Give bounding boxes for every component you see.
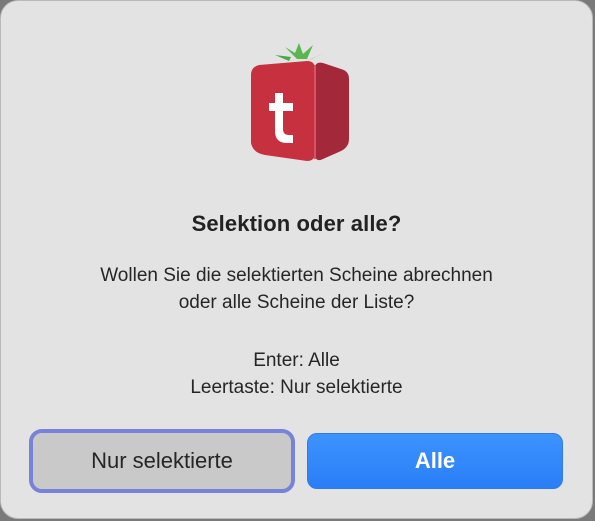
alert-dialog: Selektion oder alle? Wollen Sie die sele… (0, 0, 593, 519)
dialog-message: Wollen Sie die selektierten Scheine abre… (1, 262, 592, 316)
app-logo-icon (245, 41, 353, 167)
only-selected-button[interactable]: Nur selektierte (29, 429, 295, 493)
hint-enter: Enter: Alle (253, 350, 340, 371)
message-line: Wollen Sie die selektierten Scheine abre… (100, 265, 493, 286)
hint-space: Leertaste: Nur selektierte (190, 377, 403, 398)
message-line: oder alle Scheine der Liste? (178, 292, 415, 313)
only-selected-button-label: Nur selektierte (33, 433, 291, 489)
dialog-title: Selektion oder alle? (191, 211, 402, 236)
all-button[interactable]: Alle (307, 433, 563, 489)
keyboard-hints: Enter: Alle Leertaste: Nur selektierte (1, 347, 592, 401)
